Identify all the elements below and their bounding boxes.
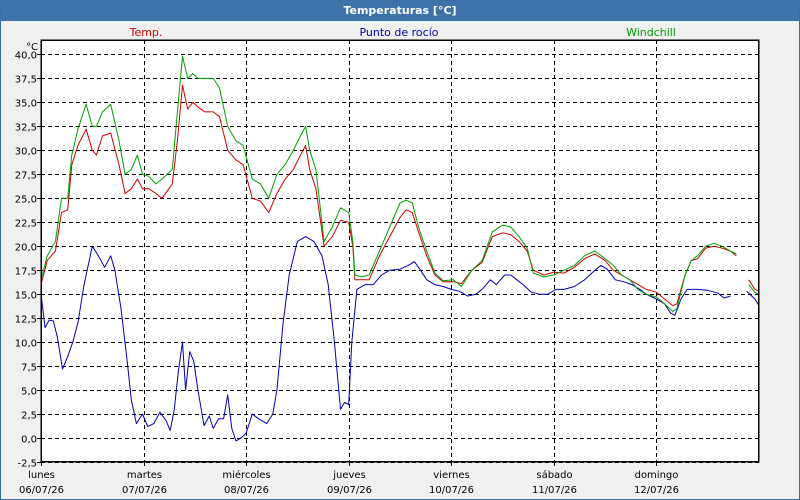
y-tick-label: 37,5	[15, 75, 37, 86]
x-tick-date: 11/07/26	[532, 485, 577, 496]
y-tick-label: 30,0	[15, 147, 37, 158]
y-tick-label: 25,0	[15, 195, 37, 206]
y-tick-label: 22,5	[15, 219, 37, 230]
x-tick-day: viernes	[433, 470, 469, 481]
x-tick-date: 09/07/26	[327, 485, 372, 496]
y-tick-label: 12,5	[15, 315, 37, 326]
x-tick-day: jueves	[332, 470, 366, 481]
x-tick-date: 10/07/26	[429, 485, 474, 496]
temperature-chart: -2,5 0,0 2,5 5,0 7,5 10,0 12,5 15,0 17,5 20,0 22,5…	[15, 26, 760, 496]
x-tick-day: domingo	[635, 470, 679, 481]
y-tick-label: 0,0	[21, 435, 37, 446]
y-tick-label: 10,0	[15, 339, 37, 350]
y-tick-label: 17,5	[15, 267, 37, 278]
y-tick-label: 32,5	[15, 123, 37, 134]
x-tick-date: 12/07/26	[634, 485, 679, 496]
y-axis-unit: °C	[26, 42, 38, 53]
y-tick-label: 15,0	[15, 291, 37, 302]
legend: Temp. Punto de rocío Windchill	[129, 26, 676, 39]
x-tick-date: 07/07/26	[122, 485, 167, 496]
grid	[40, 39, 760, 463]
x-tick-date: 08/07/26	[224, 485, 269, 496]
y-tick-label: -2,5	[17, 459, 37, 470]
x-tick-day: miércoles	[222, 469, 270, 481]
x-tick-day: martes	[127, 470, 162, 481]
y-tick-label: 7,5	[21, 363, 37, 374]
y-tick-label: 20,0	[15, 243, 37, 254]
y-tick-label: 5,0	[21, 387, 37, 398]
x-tick-day: sábado	[536, 469, 572, 481]
y-tick-label: 35,0	[15, 99, 37, 110]
y-tick-label: 27,5	[15, 171, 37, 182]
x-tick-day: lunes	[28, 470, 55, 481]
legend-dew-point: Punto de rocío	[359, 26, 438, 39]
x-tick-date: 06/07/26	[19, 485, 64, 496]
legend-temp: Temp.	[129, 26, 163, 39]
plot-area	[40, 39, 760, 463]
legend-windchill: Windchill	[626, 26, 676, 39]
y-tick-label: 2,5	[21, 411, 37, 422]
